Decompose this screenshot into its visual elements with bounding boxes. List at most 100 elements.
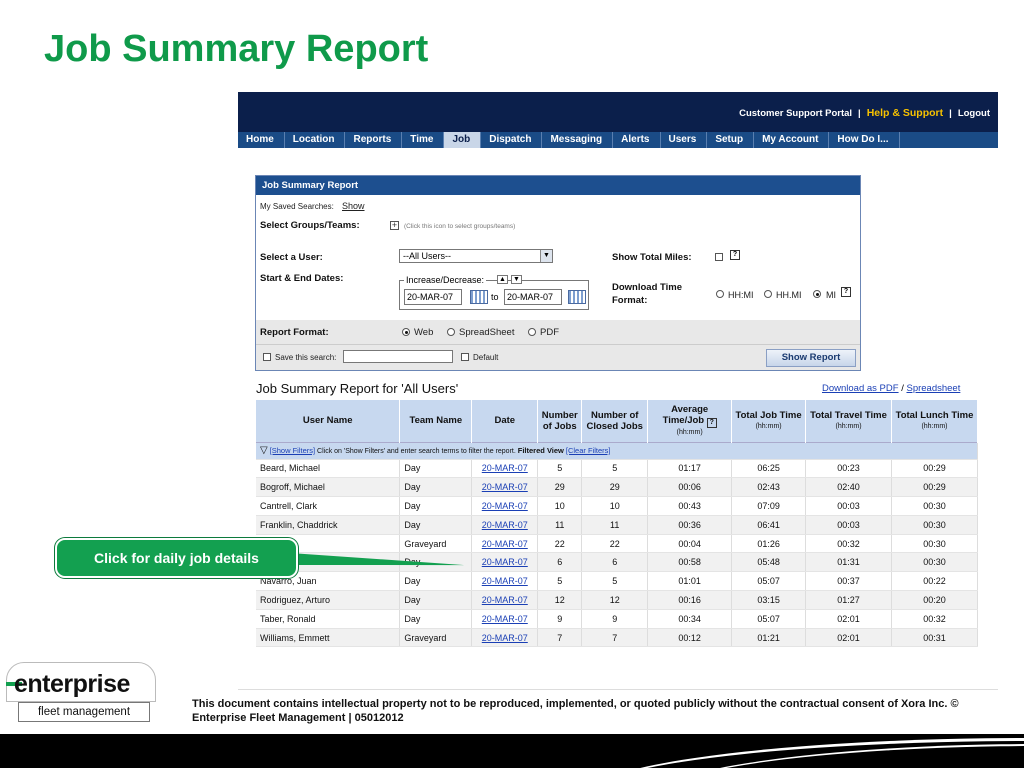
date-link[interactable]: 20-MAR-07 [482, 576, 528, 586]
customer-support-link[interactable]: Customer Support Portal [739, 108, 852, 119]
table-cell: 03:15 [731, 590, 807, 610]
table-cell: 20-MAR-07 [471, 628, 539, 648]
col-total-job-time[interactable]: Total Job Time (hh:mm) [731, 400, 807, 442]
nav-setup[interactable]: Setup [707, 132, 755, 148]
footer-text: This document contains intellectual prop… [192, 698, 959, 724]
default-checkbox[interactable] [461, 353, 469, 361]
table-cell: 00:36 [647, 515, 733, 535]
col-team-name[interactable]: Team Name [399, 400, 473, 442]
table-row: Williams, Emmett Graveyard 20-MAR-07 7 7 00:1… [256, 628, 979, 648]
date-link[interactable]: 20-MAR-07 [482, 595, 528, 605]
col-avg-time[interactable]: Average Time/Job ? (hh:mm) [647, 400, 733, 442]
download-spreadsheet-link[interactable]: Spreadsheet [906, 383, 960, 394]
date-link[interactable]: 20-MAR-07 [482, 463, 528, 473]
date-link[interactable]: 20-MAR-07 [482, 614, 528, 624]
user-select[interactable]: --All Users-- ▼ [399, 249, 553, 263]
show-filters-link[interactable]: [Show Filters] [270, 446, 315, 455]
format-spreadsheet-radio[interactable] [447, 328, 455, 336]
table-cell: 20-MAR-07 [471, 534, 539, 554]
nav-users[interactable]: Users [661, 132, 708, 148]
save-search-checkbox[interactable] [263, 353, 271, 361]
table-cell: 00:34 [647, 609, 733, 629]
plus-icon[interactable]: + [390, 221, 399, 230]
end-date-input[interactable]: 20-MAR-07 [504, 289, 562, 305]
total-miles-checkbox[interactable] [715, 253, 723, 261]
date-link[interactable]: 20-MAR-07 [482, 633, 528, 643]
decrease-arrow-icon[interactable]: ▼ [511, 275, 522, 284]
col-total-travel-time[interactable]: Total Travel Time (hh:mm) [805, 400, 892, 442]
format-pdf-radio[interactable] [528, 328, 536, 336]
show-report-button[interactable]: Show Report [766, 349, 856, 367]
table-cell: 00:30 [891, 552, 979, 573]
nav-my-account[interactable]: My Account [754, 132, 830, 148]
to-label: to [491, 292, 499, 302]
nav-time[interactable]: Time [402, 132, 445, 148]
help-support-link[interactable]: Help & Support [867, 107, 943, 119]
nav-dispatch[interactable]: Dispatch [481, 132, 543, 148]
table-cell: 00:03 [805, 496, 892, 516]
calendar-icon[interactable] [470, 290, 488, 304]
callout-label: Click for daily job details [55, 538, 298, 578]
table-cell: 5 [537, 571, 583, 592]
filter-help-text: Click on 'Show Filters' and enter search… [317, 448, 516, 455]
download-pdf-link[interactable]: Download as PDF [822, 383, 899, 394]
table-cell: 5 [537, 459, 583, 479]
col-user-name[interactable]: User Name [256, 400, 401, 442]
nav-home[interactable]: Home [238, 132, 285, 148]
table-cell: 22 [537, 534, 583, 554]
format-hhmi-dot-radio[interactable] [764, 290, 772, 298]
saved-searches-show-link[interactable]: Show [342, 201, 365, 211]
nav-reports[interactable]: Reports [345, 132, 403, 148]
help-icon[interactable]: ? [841, 287, 851, 297]
increase-arrow-icon[interactable]: ▲ [497, 275, 508, 284]
format-web-radio[interactable] [402, 328, 410, 336]
nav-job[interactable]: Job [444, 132, 482, 148]
table-cell: 00:58 [647, 552, 733, 573]
download-separator: / [901, 383, 904, 394]
start-date-input[interactable]: 20-MAR-07 [404, 289, 462, 305]
col-date[interactable]: Date [471, 400, 539, 442]
table-cell: 00:22 [891, 571, 979, 592]
chevron-down-icon: ▼ [540, 250, 552, 262]
nav-alerts[interactable]: Alerts [613, 132, 661, 148]
cell-user-name: Williams, Emmett [256, 628, 401, 648]
enterprise-logo: enterprise fleet management [6, 662, 156, 724]
table-cell: 00:20 [891, 590, 979, 610]
logo-subtitle: fleet management [18, 702, 150, 722]
format-hhmi-colon-radio[interactable] [716, 290, 724, 298]
help-icon[interactable]: ? [730, 250, 740, 260]
col-total-lunch-time[interactable]: Total Lunch Time (hh:mm) [891, 400, 979, 442]
logout-link[interactable]: Logout [958, 108, 990, 119]
col-closed-jobs[interactable]: Number of Closed Jobs [581, 400, 649, 442]
date-link[interactable]: 20-MAR-07 [482, 520, 528, 530]
nav-messaging[interactable]: Messaging [542, 132, 614, 148]
format-spreadsheet-label: SpreadSheet [459, 327, 515, 338]
help-icon[interactable]: ? [706, 417, 717, 428]
date-link[interactable]: 20-MAR-07 [482, 482, 528, 492]
format-mi-radio[interactable] [813, 290, 821, 298]
nav-how-do-i[interactable]: How Do I... [829, 132, 900, 148]
date-link[interactable]: 20-MAR-07 [482, 539, 528, 549]
cell-team-name: Day [399, 571, 473, 592]
results-title: Job Summary Report for 'All Users' [256, 381, 459, 396]
cell-team-name: Graveyard [399, 534, 473, 554]
table-cell: 10 [537, 496, 583, 516]
clear-filters-link[interactable]: [Clear Filters] [566, 446, 611, 455]
table-cell: 20-MAR-07 [471, 552, 539, 573]
table-cell: 20-MAR-07 [471, 515, 539, 535]
cell-team-name: Graveyard [399, 628, 473, 648]
format-pdf-label: PDF [540, 327, 559, 338]
table-cell: 00:29 [891, 459, 979, 479]
date-link[interactable]: 20-MAR-07 [482, 501, 528, 511]
table-cell: 00:30 [891, 496, 979, 516]
col-number-of-jobs[interactable]: Number of Jobs [537, 400, 583, 442]
save-search-input[interactable] [343, 350, 453, 363]
table-cell: 05:07 [731, 571, 807, 592]
table-cell: 11 [581, 515, 649, 535]
date-link[interactable]: 20-MAR-07 [482, 557, 528, 567]
calendar-icon[interactable] [568, 290, 586, 304]
report-form-panel: Job Summary Report My Saved Searches: Sh… [255, 175, 861, 371]
nav-location[interactable]: Location [285, 132, 346, 148]
format-hhmi-colon-label: HH:MI [728, 290, 754, 300]
table-cell: 12 [581, 590, 649, 610]
